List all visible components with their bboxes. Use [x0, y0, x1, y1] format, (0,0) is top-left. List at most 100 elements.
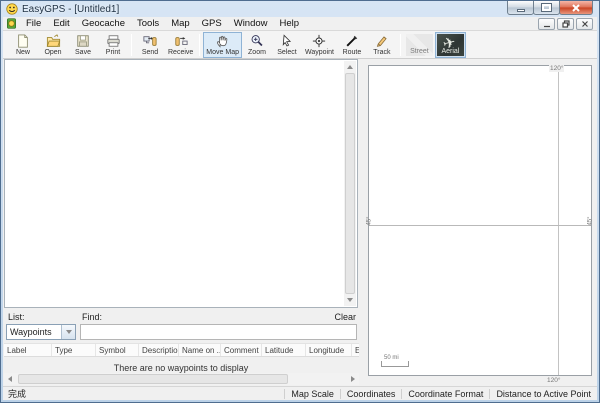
- waypoint-list-view[interactable]: [4, 59, 358, 308]
- map-scale-bar: 50 mi: [381, 361, 409, 367]
- save-floppy-icon: [76, 34, 90, 49]
- clear-find-button[interactable]: Clear: [334, 312, 356, 322]
- minimize-icon: [517, 9, 525, 12]
- mdi-minimize-button[interactable]: [538, 18, 555, 30]
- column-header-symbol[interactable]: Symbol: [96, 344, 139, 356]
- mdi-restore-icon: [562, 20, 570, 28]
- horizontal-scroll-thumb[interactable]: [18, 374, 288, 384]
- status-coordinate-format[interactable]: Coordinate Format: [401, 389, 489, 399]
- scroll-left-arrow[interactable]: [4, 373, 16, 385]
- status-distance-to-active-point[interactable]: Distance to Active Point: [489, 389, 597, 399]
- mdi-restore-button[interactable]: [557, 18, 574, 30]
- zoom-button[interactable]: Zoom: [242, 32, 272, 58]
- menu-gps[interactable]: GPS: [196, 17, 228, 30]
- main-area: List: Find: Clear Waypoints Label Type S…: [3, 59, 597, 386]
- close-button[interactable]: [559, 1, 593, 15]
- receive-from-gps-icon: [173, 34, 189, 49]
- send-button[interactable]: Send: [135, 32, 165, 58]
- move-map-button[interactable]: Move Map: [203, 32, 242, 58]
- mdi-minimize-icon: [543, 20, 551, 28]
- column-header-type[interactable]: Type: [52, 344, 96, 356]
- street-map-icon: Street: [406, 34, 433, 56]
- route-pen-icon: [345, 34, 359, 49]
- receive-button[interactable]: Receive: [165, 32, 196, 58]
- close-icon: [571, 3, 581, 13]
- pencil-icon: [375, 34, 388, 49]
- list-type-dropdown[interactable]: Waypoints: [6, 324, 76, 340]
- empty-list-message: There are no waypoints to display: [3, 363, 359, 373]
- status-map-scale[interactable]: Map Scale: [284, 389, 340, 399]
- filter-bar: List: Find: Clear Waypoints: [4, 309, 359, 343]
- map-pane: 120° 120° 45° 45° 50 mi: [364, 59, 596, 386]
- scroll-down-arrow[interactable]: [344, 294, 356, 306]
- status-coordinates[interactable]: Coordinates: [340, 389, 402, 399]
- easygps-app-icon: [6, 3, 18, 15]
- maximize-icon: [542, 4, 551, 11]
- waypoint-button[interactable]: Waypoint: [302, 32, 337, 58]
- table-header: Label Type Symbol Description Name on ..…: [4, 343, 359, 357]
- menu-bar: File Edit Geocache Tools Map GPS Window …: [3, 17, 597, 31]
- crosshair-icon: [312, 34, 326, 49]
- street-map-button[interactable]: Street: [404, 32, 435, 58]
- open-button[interactable]: Open: [38, 32, 68, 58]
- magnifier-plus-icon: [250, 34, 264, 49]
- status-bar: 完成 Map Scale Coordinates Coordinate Form…: [3, 386, 597, 400]
- column-header-latitude[interactable]: Latitude: [262, 344, 306, 356]
- toolbar-separator: [131, 34, 132, 56]
- chevron-down-icon: [66, 330, 72, 334]
- find-label: Find:: [82, 312, 102, 322]
- find-input[interactable]: [80, 324, 357, 340]
- window-title: EasyGPS - [Untitled1]: [22, 4, 119, 15]
- latitude-label-left: 45°: [367, 216, 373, 225]
- aerial-map-button[interactable]: ✈ Aerial: [435, 32, 466, 58]
- route-button[interactable]: Route: [337, 32, 367, 58]
- column-header-elevation[interactable]: Ele: [352, 344, 359, 356]
- menu-tools[interactable]: Tools: [131, 17, 165, 30]
- aerial-photo-icon: ✈ Aerial: [437, 34, 464, 56]
- toolbar-separator: [400, 34, 401, 56]
- title-bar[interactable]: EasyGPS - [Untitled1]: [1, 1, 599, 17]
- easygps-window: EasyGPS - [Untitled1] File Edit Geocache…: [0, 0, 600, 403]
- track-button[interactable]: Track: [367, 32, 397, 58]
- toolbar-separator: [199, 34, 200, 56]
- vertical-scrollbar[interactable]: [344, 61, 356, 306]
- open-folder-icon: [46, 34, 61, 49]
- vertical-scroll-thumb[interactable]: [345, 73, 355, 294]
- column-header-name-on[interactable]: Name on ...: [179, 344, 221, 356]
- menu-help[interactable]: Help: [274, 17, 306, 30]
- scroll-up-arrow[interactable]: [344, 61, 356, 73]
- latitude-label-right: 45°: [587, 216, 593, 225]
- menu-geocache[interactable]: Geocache: [76, 17, 131, 30]
- select-button[interactable]: Select: [272, 32, 302, 58]
- menu-map[interactable]: Map: [165, 17, 195, 30]
- maximize-button[interactable]: [533, 1, 560, 15]
- new-button[interactable]: New: [8, 32, 38, 58]
- column-header-comment[interactable]: Comment: [221, 344, 262, 356]
- save-button[interactable]: Save: [68, 32, 98, 58]
- longitude-gridline: [558, 66, 559, 375]
- toolbar: New Open Save Print Send Receive Move Ma…: [3, 31, 597, 59]
- map-canvas[interactable]: 120° 120° 45° 45° 50 mi: [368, 65, 592, 376]
- horizontal-scrollbar[interactable]: [4, 373, 359, 385]
- hand-icon: [215, 34, 230, 49]
- menu-file[interactable]: File: [20, 17, 47, 30]
- new-page-icon: [16, 34, 30, 49]
- menu-edit[interactable]: Edit: [47, 17, 75, 30]
- printer-icon: [106, 34, 121, 49]
- longitude-label-top: 120°: [549, 65, 564, 72]
- column-header-longitude[interactable]: Longitude: [306, 344, 352, 356]
- dropdown-button[interactable]: [61, 325, 75, 339]
- menu-window[interactable]: Window: [228, 17, 274, 30]
- document-mdi-icon: [6, 18, 17, 29]
- status-message: 完成: [3, 387, 284, 400]
- cursor-arrow-icon: [280, 34, 293, 49]
- send-to-gps-icon: [142, 34, 158, 49]
- column-header-label[interactable]: Label: [4, 344, 52, 356]
- minimize-button[interactable]: [507, 1, 534, 15]
- longitude-label-bottom: 120°: [547, 377, 560, 384]
- latitude-gridline: [369, 225, 591, 226]
- column-header-description[interactable]: Description: [139, 344, 179, 356]
- print-button[interactable]: Print: [98, 32, 128, 58]
- mdi-close-button[interactable]: [576, 18, 593, 30]
- scroll-right-arrow[interactable]: [347, 373, 359, 385]
